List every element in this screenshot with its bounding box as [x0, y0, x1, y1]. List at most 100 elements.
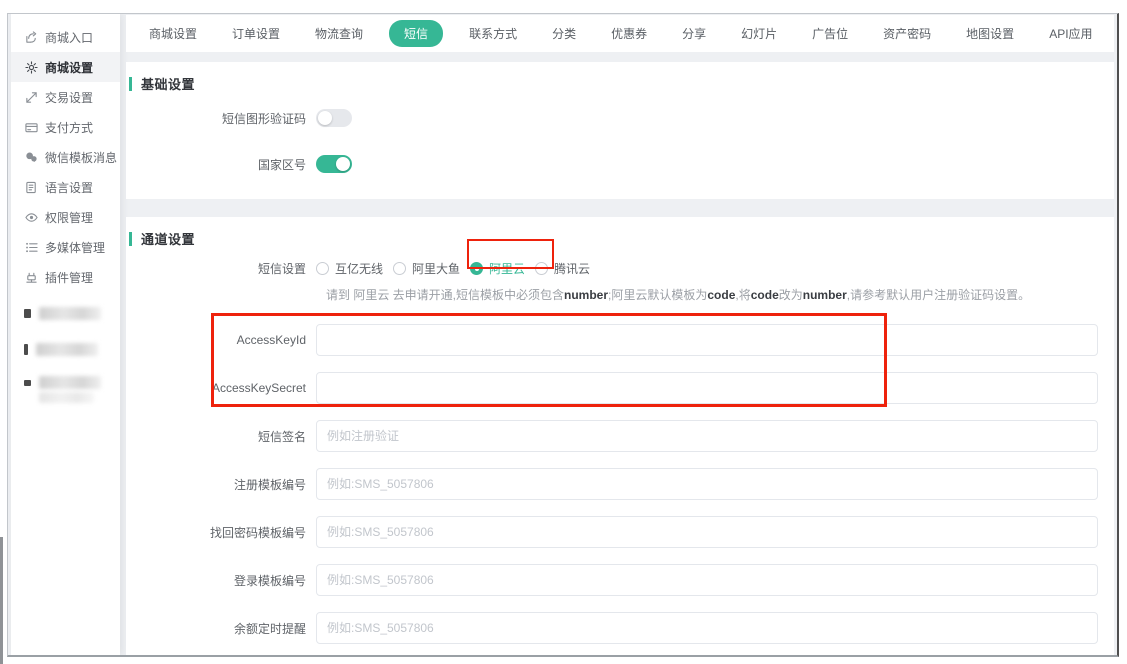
sms-provider-label: 短信设置	[126, 260, 316, 277]
tab-category[interactable]: 分类	[543, 20, 585, 47]
form-row: AccessKeySecret	[126, 372, 1114, 404]
sidebar-item-label: 插件管理	[45, 269, 93, 286]
sidebar-item-payment-methods[interactable]: 支付方式	[11, 112, 120, 142]
form-row: 找回密码模板编号	[126, 516, 1114, 548]
radio-aliyun[interactable]: 阿里云	[470, 260, 525, 277]
sidebar-item-language-settings[interactable]: 语言设置	[11, 172, 120, 202]
login-template-input[interactable]	[316, 564, 1098, 596]
accesskeysecret-input[interactable]	[316, 372, 1098, 404]
radio-circle-icon	[470, 262, 483, 275]
redacted-label	[39, 376, 101, 403]
radio-tencent-cloud[interactable]: 腾讯云	[535, 260, 590, 277]
form-row: 注册模板编号	[126, 468, 1114, 500]
sidebar-item-mall-entry[interactable]: 商城入口	[11, 22, 120, 52]
tab-mall-settings[interactable]: 商城设置	[140, 20, 206, 47]
sidebar-item-label: 权限管理	[45, 209, 93, 226]
aliyun-hint-text: 请到 阿里云 去申请开通,短信模板中必须包含number;阿里云默认模板为cod…	[326, 287, 1114, 303]
redacted-icon	[24, 309, 31, 318]
country-code-row: 国家区号	[126, 155, 1114, 173]
sidebar-item-label: 商城设置	[45, 59, 93, 76]
settings-tabbar: 商城设置 订单设置 物流查询 短信 联系方式 分类 优惠券 分享 幻灯片 广告位…	[126, 15, 1114, 52]
section-header-basic: 基础设置	[129, 74, 1114, 93]
tab-ad-slot[interactable]: 广告位	[803, 20, 857, 47]
tab-coupon[interactable]: 优惠券	[602, 20, 656, 47]
sidebar-item-label: 语言设置	[45, 179, 93, 196]
tab-share[interactable]: 分享	[673, 20, 715, 47]
country-code-toggle[interactable]	[316, 155, 352, 173]
storefront-entry-icon	[24, 30, 38, 44]
sidebar-item-multimedia[interactable]: 多媒体管理	[11, 232, 120, 262]
sidebar-item-wechat-template[interactable]: 微信模板消息	[11, 142, 120, 172]
sidebar-item-redacted[interactable]	[11, 334, 120, 364]
sms-captcha-toggle[interactable]	[316, 109, 352, 127]
redacted-icon	[24, 380, 31, 386]
radio-circle-icon	[316, 262, 329, 275]
sidebar-item-plugins[interactable]: 插件管理	[11, 262, 120, 292]
permission-eye-icon	[24, 210, 38, 224]
sms-signature-input[interactable]	[316, 420, 1098, 452]
sms-captcha-row: 短信图形验证码	[126, 109, 1114, 127]
trade-arrows-icon	[24, 90, 38, 104]
form-row: AccessKeyId	[126, 324, 1114, 356]
accesskeyid-input[interactable]	[316, 324, 1098, 356]
bank-card-icon	[24, 120, 38, 134]
form-row: 登录模板编号	[126, 564, 1114, 596]
tab-asset-password[interactable]: 资产密码	[874, 20, 940, 47]
radio-label: 腾讯云	[554, 260, 590, 277]
tab-contact[interactable]: 联系方式	[460, 20, 526, 47]
sms-signature-label: 短信签名	[126, 428, 316, 445]
section-title: 通道设置	[141, 229, 195, 248]
page-scrollbar[interactable]	[0, 537, 3, 664]
form-row: 余额定时提醒	[126, 612, 1114, 644]
balance-reminder-input[interactable]	[316, 612, 1098, 644]
reset-password-template-input[interactable]	[316, 516, 1098, 548]
toggle-knob	[318, 111, 332, 125]
sidebar-item-redacted[interactable]	[11, 298, 120, 328]
section-accent-bar	[129, 232, 132, 246]
sidebar-item-label: 多媒体管理	[45, 239, 105, 256]
sidebar: 商城入口 商城设置 交易设置 支付方式 微信模板消息	[11, 14, 120, 655]
section-title: 基础设置	[141, 74, 195, 93]
sidebar-item-trade-settings[interactable]: 交易设置	[11, 82, 120, 112]
tab-slideshow[interactable]: 幻灯片	[732, 20, 786, 47]
country-code-label: 国家区号	[126, 156, 316, 173]
register-template-input[interactable]	[316, 468, 1098, 500]
sidebar-item-mall-settings[interactable]: 商城设置	[11, 52, 120, 82]
sidebar-item-redacted[interactable]	[11, 372, 120, 412]
sidebar-item-label: 支付方式	[45, 119, 93, 136]
sms-provider-row: 短信设置 互亿无线 阿里大鱼 阿里云	[126, 260, 1114, 277]
gear-icon	[24, 60, 38, 74]
radio-alidayu[interactable]: 阿里大鱼	[393, 260, 460, 277]
redacted-label	[36, 343, 98, 356]
wechat-icon	[24, 150, 38, 164]
sidebar-item-label: 商城入口	[45, 29, 93, 46]
sms-captcha-label: 短信图形验证码	[126, 110, 316, 127]
radio-label: 阿里大鱼	[412, 260, 460, 277]
plugin-icon	[24, 270, 38, 284]
register-template-label: 注册模板编号	[126, 476, 316, 493]
accesskeyid-label: AccessKeyId	[126, 333, 316, 347]
section-accent-bar	[129, 77, 132, 91]
sms-provider-radio-group: 互亿无线 阿里大鱼 阿里云 腾讯云	[316, 260, 590, 277]
form-row: 短信签名	[126, 420, 1114, 452]
sidebar-item-permission[interactable]: 权限管理	[11, 202, 120, 232]
basic-settings-section: 基础设置 短信图形验证码 国家区号	[126, 62, 1114, 199]
section-header-channel: 通道设置	[129, 229, 1114, 248]
radio-label: 互亿无线	[335, 260, 383, 277]
login-template-label: 登录模板编号	[126, 572, 316, 589]
accesskeysecret-label: AccessKeySecret	[126, 381, 316, 395]
tab-map-settings[interactable]: 地图设置	[957, 20, 1023, 47]
language-book-icon	[24, 180, 38, 194]
tab-logistics-query[interactable]: 物流查询	[306, 20, 372, 47]
main-content: 商城设置 订单设置 物流查询 短信 联系方式 分类 优惠券 分享 幻灯片 广告位…	[126, 15, 1114, 655]
tab-order-settings[interactable]: 订单设置	[223, 20, 289, 47]
tab-api-app[interactable]: API应用	[1040, 20, 1101, 47]
radio-ihuyi[interactable]: 互亿无线	[316, 260, 383, 277]
toggle-knob	[336, 157, 350, 171]
app-window: 商城入口 商城设置 交易设置 支付方式 微信模板消息	[7, 13, 1119, 657]
radio-label: 阿里云	[489, 260, 525, 277]
tab-sms[interactable]: 短信	[389, 20, 443, 47]
balance-reminder-label: 余额定时提醒	[126, 620, 316, 637]
sms-config-fields: AccessKeyId AccessKeySecret 短信签名 注册模板编号 …	[126, 324, 1114, 655]
sidebar-item-label: 微信模板消息	[45, 149, 117, 166]
